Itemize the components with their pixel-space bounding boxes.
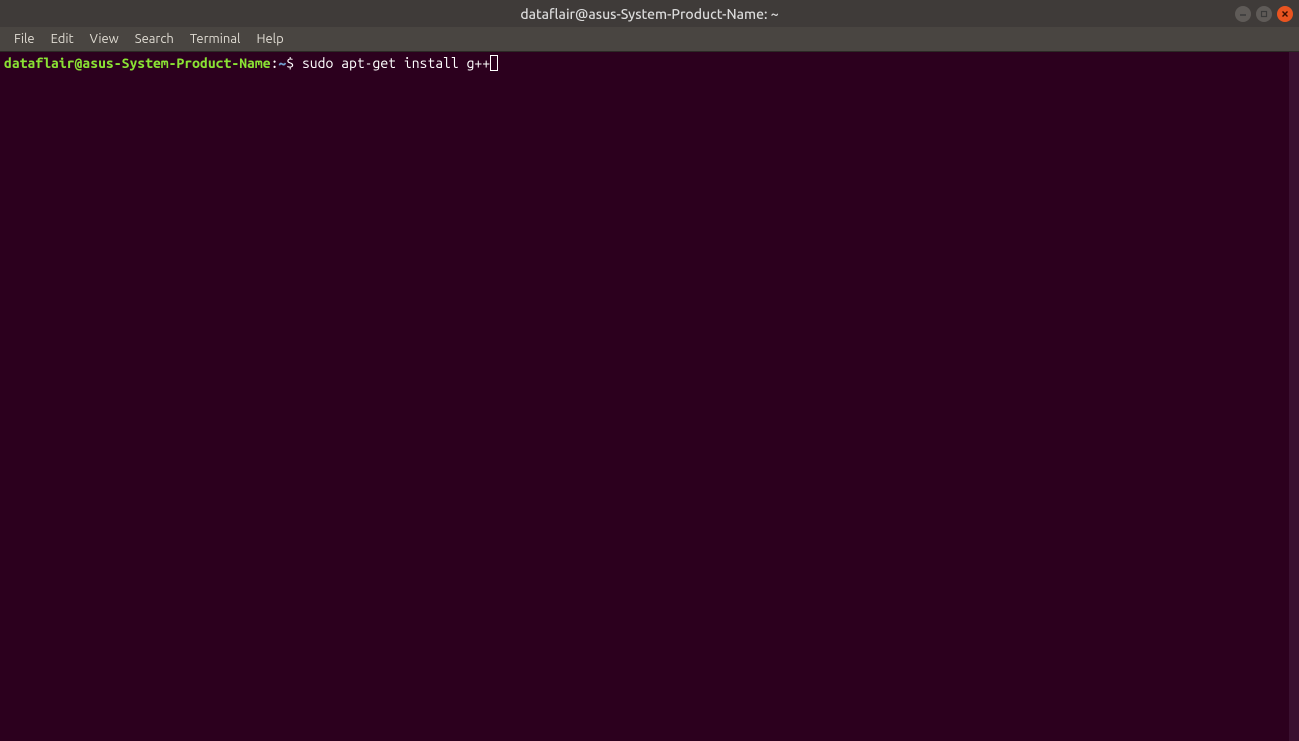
menu-file[interactable]: File [6,29,43,49]
minimize-button[interactable] [1235,6,1251,22]
prompt-dollar: $ [286,54,302,72]
close-button[interactable] [1277,6,1293,22]
minimize-icon [1239,10,1247,18]
close-icon [1281,10,1289,18]
prompt-user: dataflair@asus-System-Product-Name [4,54,271,72]
menubar: File Edit View Search Terminal Help [0,27,1299,52]
command-text: sudo apt-get install g++ [302,54,490,72]
maximize-button[interactable] [1256,6,1272,22]
window-title: dataflair@asus-System-Product-Name: ~ [520,6,778,22]
menu-search[interactable]: Search [127,29,182,49]
menu-terminal[interactable]: Terminal [182,29,249,49]
titlebar: dataflair@asus-System-Product-Name: ~ [0,0,1299,27]
prompt-separator: : [271,54,279,72]
menu-edit[interactable]: Edit [43,29,82,49]
terminal-body[interactable]: dataflair@asus-System-Product-Name:~$ su… [0,52,1299,741]
window-controls [1235,6,1293,22]
terminal-line: dataflair@asus-System-Product-Name:~$ su… [4,54,1295,72]
prompt-path: ~ [278,54,286,72]
scrollbar[interactable] [1289,52,1299,741]
menu-help[interactable]: Help [248,29,291,49]
menu-view[interactable]: View [82,29,127,49]
cursor [490,55,498,71]
maximize-icon [1260,10,1268,18]
